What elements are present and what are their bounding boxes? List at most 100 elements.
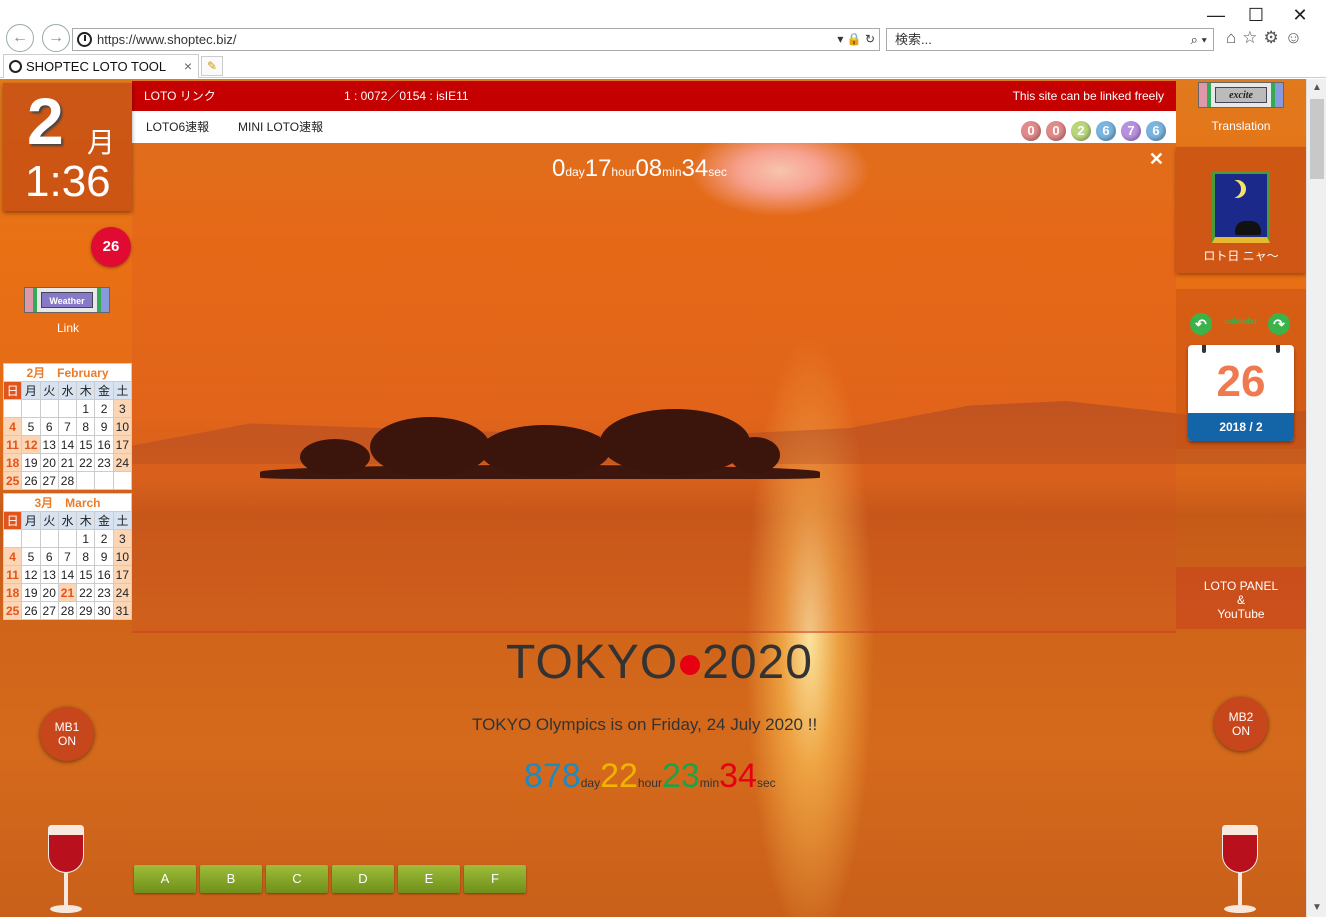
red-dot-icon (680, 655, 701, 676)
vertical-scrollbar[interactable]: ▲ ▼ (1306, 79, 1326, 917)
day-badge[interactable]: 26 (91, 227, 131, 267)
calendar-day[interactable]: 2 (94, 529, 114, 548)
calendar-day[interactable]: 30 (94, 601, 114, 620)
loto-day-cat-widget[interactable]: ロト日 ニャ〜 (1176, 147, 1306, 273)
calendar-day[interactable]: 18 (2, 453, 23, 472)
prev-arrow-icon[interactable]: ↶ (1190, 313, 1212, 335)
tab-close-icon[interactable]: × (184, 55, 192, 78)
calendar-day[interactable]: 1 (76, 529, 96, 548)
address-tools-icons[interactable]: ▾ 🔒 ↻ (837, 29, 875, 50)
calendar-day[interactable]: 9 (94, 547, 114, 566)
calendar-day[interactable]: 5 (21, 547, 41, 566)
calendar-day[interactable]: 22 (76, 453, 96, 472)
calendar-day[interactable]: 27 (39, 471, 59, 490)
scroll-up-icon[interactable]: ▲ (1307, 79, 1326, 97)
calendar-day[interactable]: 6 (39, 547, 59, 566)
calendar-day[interactable]: 8 (76, 417, 96, 436)
menu-loto6[interactable]: LOTO6速報 (146, 111, 209, 143)
search-icon[interactable]: ⌕ ▾ (1191, 29, 1207, 50)
excite-translation-button[interactable]: excite (1198, 82, 1284, 108)
scroll-thumb[interactable] (1310, 99, 1324, 179)
calendar-day[interactable]: 7 (57, 547, 78, 566)
calendar-day[interactable]: 12 (21, 565, 41, 584)
button-a[interactable]: A (134, 865, 196, 893)
calendar-day[interactable]: 18 (2, 583, 23, 602)
button-e[interactable]: E (398, 865, 460, 893)
calendar-day[interactable]: 17 (112, 565, 133, 584)
calendar-day[interactable]: 4 (2, 547, 23, 566)
calendar-day[interactable]: 19 (21, 453, 41, 472)
calendar-day[interactable]: 21 (57, 453, 78, 472)
calendar-day[interactable]: 15 (76, 435, 96, 454)
calendar-day[interactable]: 27 (39, 601, 59, 620)
loto-panel-youtube-link[interactable]: LOTO PANEL & YouTube (1176, 567, 1306, 629)
maximize-button[interactable]: ☐ (1236, 4, 1276, 26)
calendar-day[interactable]: 24 (112, 453, 133, 472)
calendar-day[interactable]: 19 (21, 583, 41, 602)
address-bar[interactable]: https://www.shoptec.biz/ ▾ 🔒 ↻ (72, 28, 880, 51)
calendar-day[interactable]: 25 (2, 471, 23, 490)
calendar-day[interactable]: 10 (112, 547, 133, 566)
calendar-day[interactable]: 21 (57, 583, 78, 602)
calendar-day[interactable]: 28 (57, 601, 78, 620)
calendar-day[interactable]: 3 (112, 399, 133, 418)
calendar-day[interactable]: 12 (21, 435, 41, 454)
forward-button[interactable]: → (42, 24, 70, 52)
toolbar-icons[interactable]: ⌂☆⚙☺ (1226, 28, 1308, 48)
loto-link-title[interactable]: LOTO リンク (144, 81, 216, 111)
button-c[interactable]: C (266, 865, 328, 893)
calendar-day[interactable]: 22 (76, 583, 96, 602)
calendar-day[interactable]: 11 (2, 565, 23, 584)
calendar-day[interactable]: 26 (21, 601, 41, 620)
calendar-day[interactable]: 17 (112, 435, 133, 454)
calendar-day[interactable]: 28 (57, 471, 78, 490)
link-label[interactable]: Link (40, 321, 96, 335)
calendar-day[interactable]: 20 (39, 583, 59, 602)
button-d[interactable]: D (332, 865, 394, 893)
calendar-day[interactable]: 13 (39, 435, 59, 454)
calendar-day[interactable]: 29 (76, 601, 96, 620)
scroll-down-icon[interactable]: ▼ (1307, 899, 1326, 917)
new-tab-icon[interactable]: ✎ (201, 56, 223, 76)
calendar-day[interactable]: 3 (112, 529, 133, 548)
calendar-day[interactable]: 14 (57, 435, 78, 454)
calendar-day[interactable]: 8 (76, 547, 96, 566)
calendar-day[interactable]: 2 (94, 399, 114, 418)
tab-shoptec[interactable]: SHOPTEC LOTO TOOL × (3, 54, 199, 78)
olympics-sec: 34 (719, 757, 757, 795)
calendar-day[interactable]: 11 (2, 435, 23, 454)
button-b[interactable]: B (200, 865, 262, 893)
calendar-day[interactable]: 20 (39, 453, 59, 472)
calendar-day[interactable]: 1 (76, 399, 96, 418)
calendar-day[interactable]: 24 (112, 583, 133, 602)
calendar-day[interactable]: 26 (21, 471, 41, 490)
back-button[interactable]: ← (6, 24, 34, 52)
next-arrow-icon[interactable]: ↷ (1268, 313, 1290, 335)
calendar-day[interactable]: 25 (2, 601, 23, 620)
mb1-button[interactable]: MB1 ON (40, 707, 94, 761)
calendar-day[interactable]: 6 (39, 417, 59, 436)
calendar-day[interactable]: 4 (2, 417, 23, 436)
calendar-day[interactable]: 16 (94, 565, 114, 584)
weather-button[interactable]: Weather (24, 287, 110, 313)
calendar-day[interactable]: 23 (94, 583, 114, 602)
calendar-day[interactable]: 23 (94, 453, 114, 472)
close-icon[interactable]: ✕ (1149, 149, 1164, 170)
calendar-day[interactable]: 5 (21, 417, 41, 436)
mb2-button[interactable]: MB2 ON (1214, 697, 1268, 751)
close-window-button[interactable]: ✕ (1280, 4, 1320, 26)
menu-miniloto[interactable]: MINI LOTO速報 (238, 111, 323, 143)
calendar-day[interactable]: 13 (39, 565, 59, 584)
minimize-button[interactable]: — (1196, 4, 1236, 26)
calendar-day[interactable]: 15 (76, 565, 96, 584)
calendar-day[interactable]: 7 (57, 417, 78, 436)
calendar-day[interactable]: 9 (94, 417, 114, 436)
calendar-day[interactable]: 31 (112, 601, 133, 620)
search-input[interactable]: 検索... ⌕ ▾ (886, 28, 1214, 51)
calendar-day[interactable]: 14 (57, 565, 78, 584)
translation-label[interactable]: Translation (1176, 119, 1306, 133)
calendar-day[interactable]: 10 (112, 417, 133, 436)
calendar-day[interactable]: 16 (94, 435, 114, 454)
button-f[interactable]: F (464, 865, 526, 893)
url-text: https://www.shoptec.biz/ (97, 32, 237, 47)
